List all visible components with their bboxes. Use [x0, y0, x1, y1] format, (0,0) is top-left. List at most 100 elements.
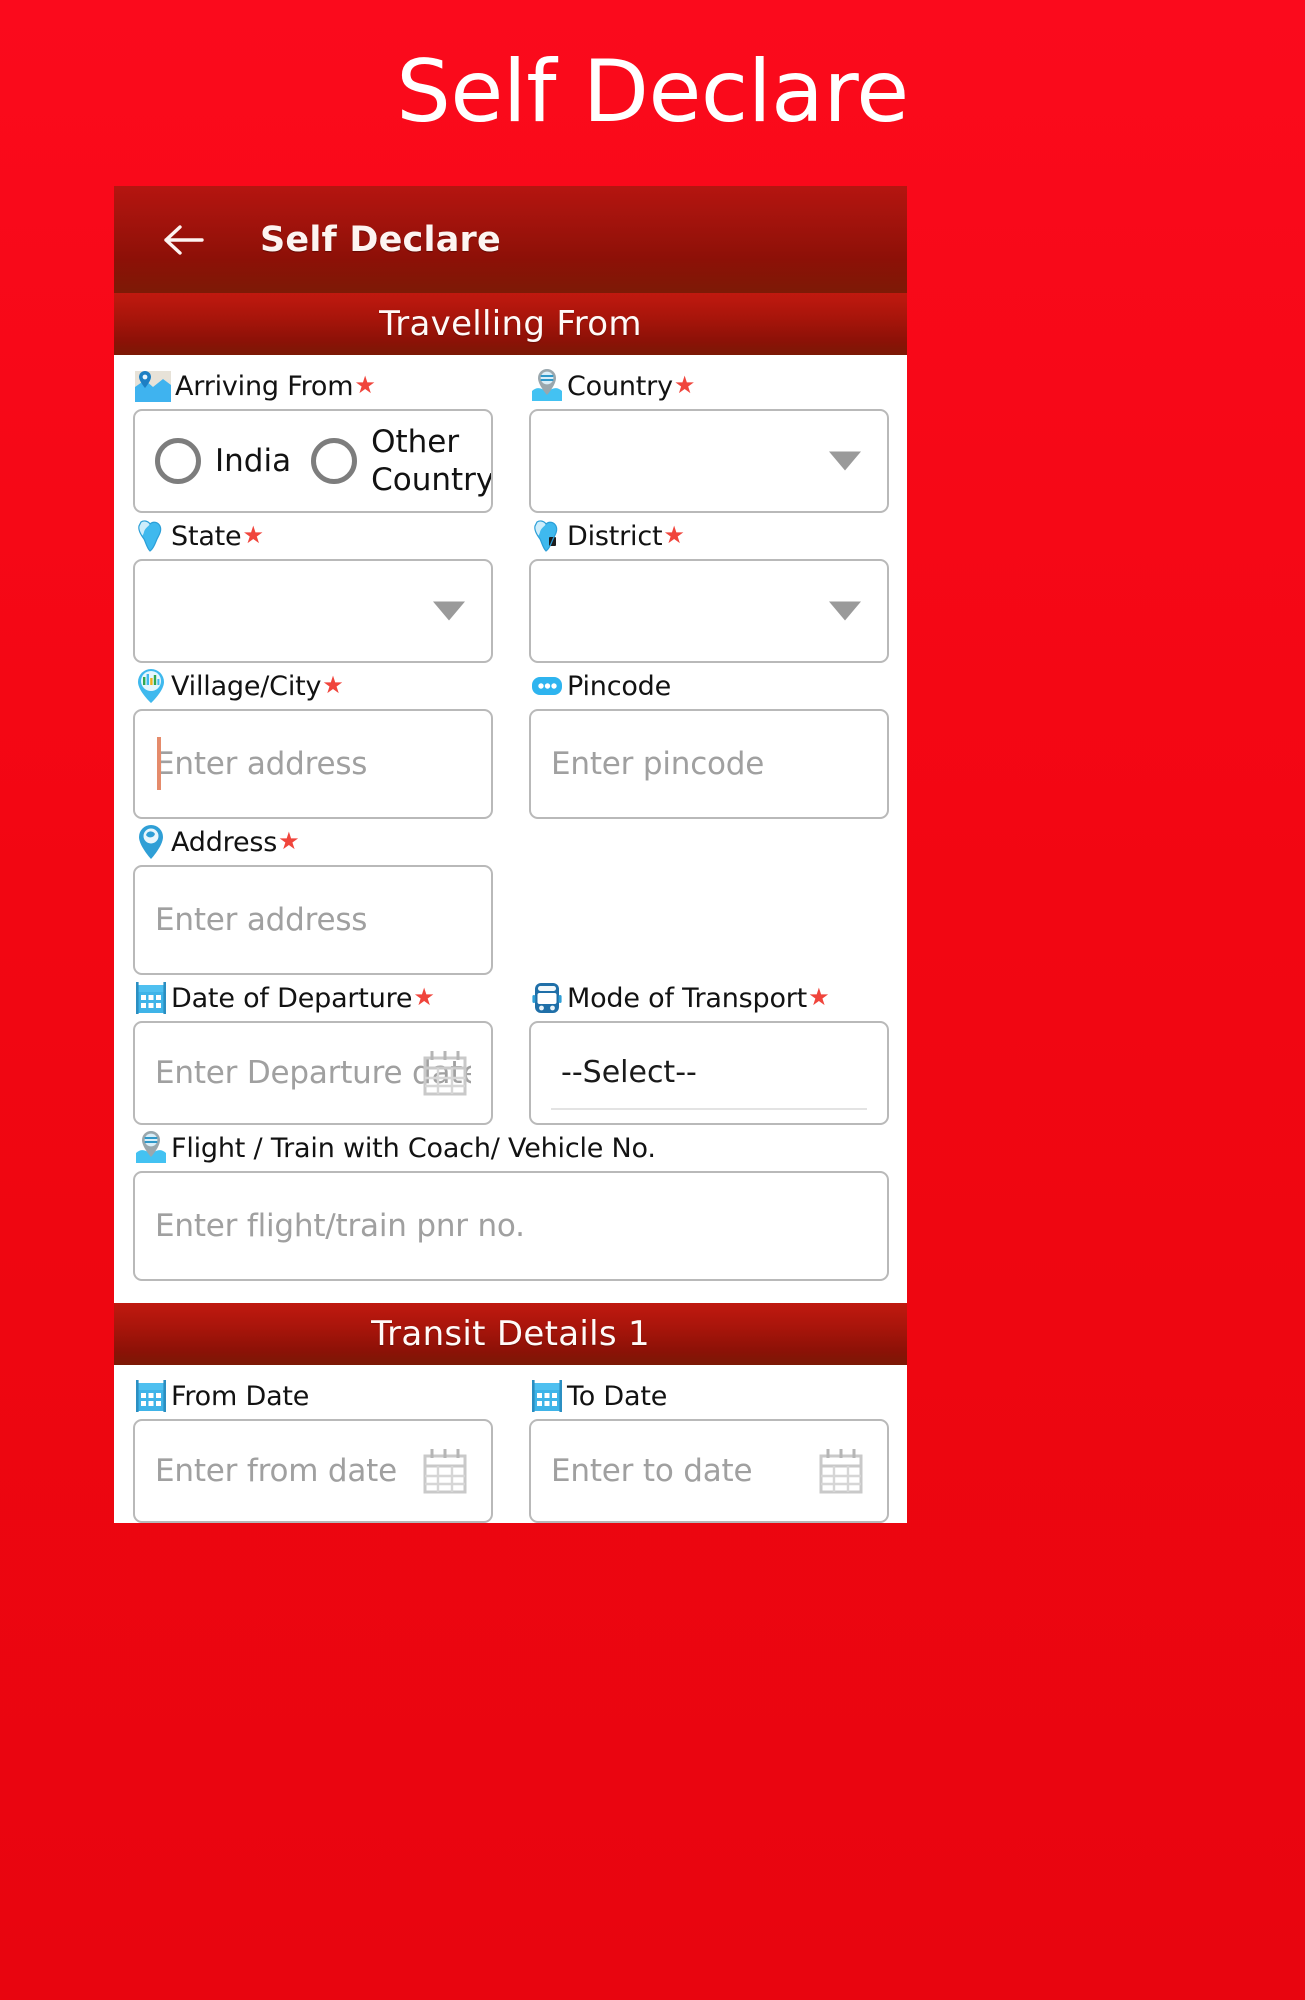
- section-band-travelling-from: Travelling From: [114, 293, 907, 355]
- field-flight-train: Flight / Train with Coach/ Vehicle No. E…: [133, 1125, 889, 1281]
- form-row-village-pincode: Village/City ★ Enter address Pincode Ent…: [133, 663, 889, 819]
- country-dropdown[interactable]: [529, 409, 889, 513]
- field-address: Address ★ Enter address: [133, 819, 493, 975]
- india-map-icon: [138, 520, 162, 552]
- chevron-down-icon[interactable]: [829, 601, 861, 621]
- radio-label: India: [215, 443, 292, 479]
- label-text: Country: [567, 370, 673, 402]
- city-pin-icon: [138, 669, 164, 703]
- address-placeholder: Enter address: [155, 902, 368, 938]
- required-indicator: ★: [413, 984, 435, 1011]
- globe-pin-icon: [136, 1131, 166, 1163]
- label-arriving-from: Arriving From ★: [133, 363, 493, 409]
- travelling-from-card: Arriving From ★ India Other Country Coun…: [114, 355, 907, 1303]
- address-input[interactable]: Enter address: [133, 865, 493, 975]
- from-date-input[interactable]: Enter from date: [133, 1419, 493, 1523]
- field-country: Country ★: [529, 363, 889, 513]
- required-indicator: ★: [808, 984, 830, 1011]
- form-row-flight-train: Flight / Train with Coach/ Vehicle No. E…: [133, 1125, 889, 1281]
- section-band-transit-details-1: Transit Details 1: [114, 1303, 907, 1365]
- radio-option-india[interactable]: India: [155, 438, 291, 484]
- label-text: Arriving From: [175, 370, 354, 402]
- flight-train-input[interactable]: Enter flight/train pnr no.: [133, 1171, 889, 1281]
- label-text: State: [171, 520, 242, 552]
- label-mode-of-transport: Mode of Transport ★: [529, 975, 889, 1021]
- dots-bubble-icon: [532, 677, 562, 695]
- label-text: To Date: [567, 1380, 668, 1412]
- mode-of-transport-select-inner[interactable]: --Select--: [551, 1036, 867, 1110]
- label-text: Mode of Transport: [567, 982, 808, 1014]
- bus-icon: [532, 983, 562, 1013]
- field-pincode: Pincode Enter pincode: [529, 663, 889, 819]
- label-from-date: From Date: [133, 1373, 493, 1419]
- flight-train-placeholder: Enter flight/train pnr no.: [155, 1208, 525, 1244]
- section-band-label: Travelling From: [379, 304, 642, 344]
- radio-circle[interactable]: [155, 438, 201, 484]
- calendar-picker-icon[interactable]: [419, 1046, 471, 1100]
- field-from-date: From Date Enter from date: [133, 1373, 493, 1523]
- transit-details-card: From Date Enter from date To Date Enter …: [114, 1365, 907, 1523]
- mode-of-transport-value: --Select--: [561, 1054, 697, 1090]
- calendar-picker-icon[interactable]: [419, 1444, 471, 1498]
- from-date-placeholder: Enter from date: [155, 1453, 397, 1489]
- form-row-address: Address ★ Enter address: [133, 819, 888, 975]
- to-date-input[interactable]: Enter to date: [529, 1419, 889, 1523]
- label-country: Country ★: [529, 363, 889, 409]
- app-frame: Self Declare Travelling From Arriving Fr…: [114, 186, 907, 1523]
- form-row-arriving-country: Arriving From ★ India Other Country Coun…: [133, 363, 889, 513]
- label-address: Address ★: [133, 819, 493, 865]
- text-caret: [157, 737, 161, 790]
- district-dropdown[interactable]: [529, 559, 889, 663]
- field-state: State ★: [133, 513, 493, 663]
- back-arrow-icon[interactable]: [160, 218, 206, 262]
- calendar-icon: [136, 1380, 166, 1412]
- chevron-down-icon[interactable]: [829, 451, 861, 471]
- mode-of-transport-select[interactable]: --Select--: [529, 1021, 889, 1125]
- village-city-input[interactable]: Enter address: [133, 709, 493, 819]
- label-text: Village/City: [171, 670, 322, 702]
- label-text: Pincode: [567, 670, 672, 702]
- calendar-picker-icon[interactable]: [815, 1444, 867, 1498]
- radio-label: Other Country: [371, 424, 493, 498]
- arriving-from-radio-group[interactable]: India Other Country: [133, 409, 493, 513]
- location-pin-icon: [139, 825, 163, 859]
- state-dropdown[interactable]: [133, 559, 493, 663]
- pincode-placeholder: Enter pincode: [551, 746, 765, 782]
- india-map-icon: [534, 520, 558, 552]
- label-village-city: Village/City ★: [133, 663, 493, 709]
- date-of-departure-input[interactable]: Enter Departure date: [133, 1021, 493, 1125]
- form-row-state-district: State ★ District ★: [133, 513, 889, 663]
- calendar-icon: [532, 1380, 562, 1412]
- form-row-from-to-date: From Date Enter from date To Date Enter …: [133, 1373, 889, 1523]
- label-text: Address: [171, 826, 278, 858]
- app-bar-title: Self Declare: [260, 219, 501, 260]
- map-pin-puzzle-icon: [135, 371, 171, 402]
- label-text: District: [567, 520, 663, 552]
- required-indicator: ★: [322, 672, 344, 699]
- field-to-date: To Date Enter to date: [529, 1373, 889, 1523]
- label-pincode: Pincode: [529, 663, 889, 709]
- label-state: State ★: [133, 513, 493, 559]
- field-district: District ★: [529, 513, 889, 663]
- field-mode-of-transport: Mode of Transport ★ --Select--: [529, 975, 889, 1125]
- required-indicator: ★: [242, 522, 264, 549]
- to-date-placeholder: Enter to date: [551, 1453, 753, 1489]
- page-title: Self Declare: [396, 42, 909, 142]
- section-band-label: Transit Details 1: [371, 1314, 650, 1354]
- required-indicator: ★: [673, 372, 696, 399]
- globe-pin-icon: [532, 369, 562, 401]
- required-indicator: ★: [278, 828, 300, 855]
- label-date-of-departure: Date of Departure ★: [133, 975, 493, 1021]
- radio-circle[interactable]: [311, 438, 358, 484]
- label-flight-train: Flight / Train with Coach/ Vehicle No.: [133, 1125, 889, 1171]
- app-bar: Self Declare: [114, 186, 907, 293]
- field-date-of-departure: Date of Departure ★ Enter Departure date: [133, 975, 493, 1125]
- form-row-departure-transport: Date of Departure ★ Enter Departure date: [133, 975, 889, 1125]
- address-row-spacer: [529, 819, 889, 975]
- chevron-down-icon[interactable]: [433, 601, 465, 621]
- pincode-input[interactable]: Enter pincode: [529, 709, 889, 819]
- field-village-city: Village/City ★ Enter address: [133, 663, 493, 819]
- label-district: District ★: [529, 513, 889, 559]
- calendar-icon: [136, 982, 166, 1014]
- radio-option-other-country[interactable]: Other Country: [311, 423, 493, 499]
